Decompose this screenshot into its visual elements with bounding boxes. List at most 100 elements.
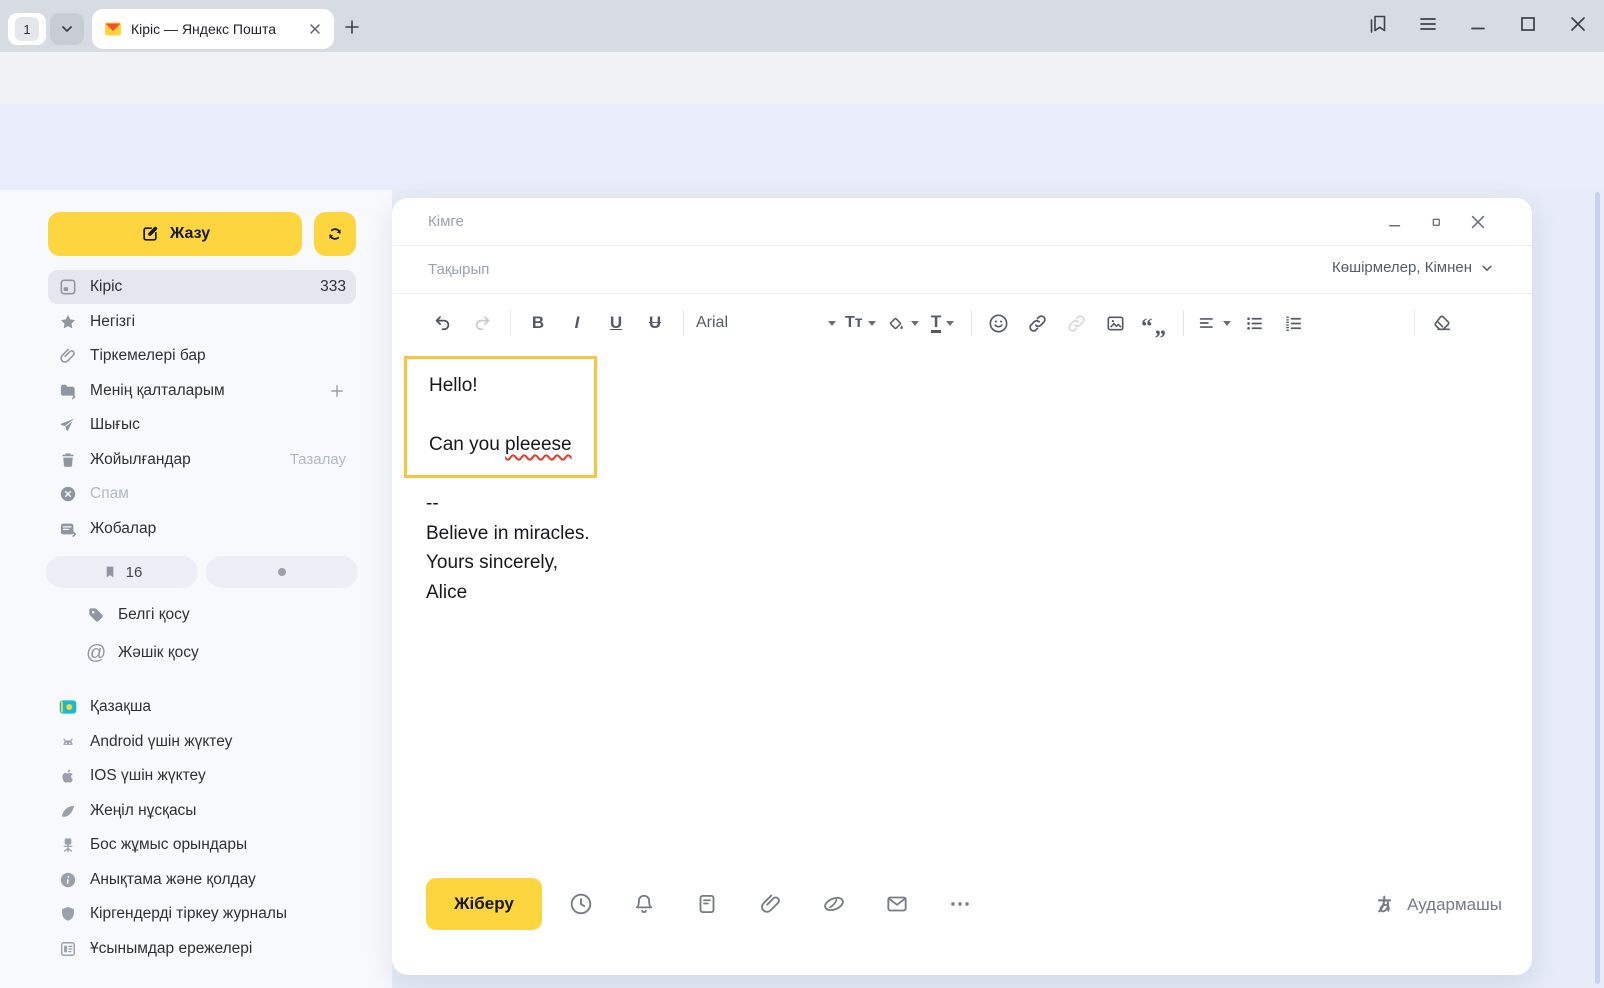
divider [1183,310,1184,336]
signature-block[interactable]: -- Believe in miracles. Yours sincerely,… [426,489,590,607]
action-label: Белгі қосу [118,606,190,624]
sidebar-link-light-version[interactable]: Жеңіл нұсқасы [48,794,368,828]
more-options-button[interactable] [947,891,973,917]
sidebar-link-language[interactable]: Қазақша [48,690,368,724]
compose-button[interactable]: Жазу [48,212,302,256]
strikethrough-button[interactable]: U [640,307,670,339]
sidebar-item-sent[interactable]: Шығыс [48,408,356,442]
sidebar-link-android[interactable]: Android үшін жүктеу [48,725,368,759]
sidebar-item-trash[interactable]: Жойылғандар Тазалау [48,443,356,477]
translator-button[interactable]: Аудармашы [1372,892,1502,917]
quote-button[interactable]: “„ [1140,307,1170,339]
signature-divider: -- [426,489,590,519]
sidebar-link-help[interactable]: Анықтама және қолдау [48,863,368,897]
dot-pill[interactable] [206,556,358,588]
browser-tab[interactable]: Кіріс — Яндекс Пошта [92,9,334,49]
attach-from-disk-button[interactable] [821,891,847,917]
notify-button[interactable] [631,891,657,917]
sidebar-item-primary[interactable]: Негізгі [48,305,356,339]
paperclip-icon [58,346,78,366]
compose-restore-icon[interactable] [1428,214,1444,230]
sidebar-link-login-journal[interactable]: Кіргендерді тіркеу журналы [48,897,368,931]
underline-button[interactable]: U [601,307,631,339]
to-input[interactable] [426,204,1306,238]
side-panel-icon[interactable] [1366,12,1390,36]
sidebar-item-with-attachments[interactable]: Тіркемелері бар [48,339,356,373]
attach-from-mail-button[interactable] [884,891,910,917]
italic-button[interactable]: I [562,307,592,339]
attach-file-button[interactable] [758,891,784,917]
clear-formatting-button[interactable] [1427,307,1457,339]
inbox-icon [58,277,78,297]
sidebar-item-spam[interactable]: Спам [48,477,356,511]
emoji-button[interactable] [984,307,1014,339]
menu-icon[interactable] [1416,12,1440,36]
compose-minimize-icon[interactable] [1386,213,1404,231]
template-button[interactable] [694,891,720,917]
caret-icon [946,321,954,326]
minimize-icon[interactable] [1466,12,1490,36]
clear-trash-link[interactable]: Тазалау [290,451,346,468]
link-label: Бос жұмыс орындары [90,836,247,854]
drafts-icon [58,519,78,539]
schedule-send-button[interactable] [568,891,594,917]
bold-button[interactable]: B [523,307,553,339]
tab-close-icon[interactable] [308,22,322,36]
link-icon [1026,312,1049,335]
add-folder-icon[interactable] [328,382,346,400]
formatting-toolbar: B I U U Arial Tт T “„ [392,294,1532,352]
add-label-action[interactable]: Белгі қосу [76,598,336,632]
font-family-select[interactable]: Arial [696,307,836,339]
numbered-list-button[interactable] [1279,307,1309,339]
new-tab-button[interactable] [344,19,360,35]
bookmarks-pill[interactable]: 16 [46,556,198,588]
bullet-list-button[interactable] [1240,307,1270,339]
undo-button[interactable] [428,307,458,339]
compose-close-icon[interactable] [1468,212,1488,232]
misspelled-word: pleeese [505,434,572,455]
insert-link-button[interactable] [1023,307,1053,339]
fill-color-icon [885,313,906,334]
tab-title: Кіріс — Яндекс Пошта [131,21,299,37]
align-select[interactable] [1196,307,1231,339]
maximize-icon[interactable] [1516,12,1540,36]
compose-window: Көшірмелер, Кімнен B I U U Arial Tт T [392,198,1532,975]
caret-icon [828,321,836,326]
at-icon: @ [86,642,106,665]
highlighted-text-region[interactable]: Hello! Can you pleeese [404,356,597,478]
insert-image-button[interactable] [1101,307,1131,339]
trash-icon [58,450,78,470]
tag-icon [86,605,106,625]
link-label: Android үшін жүктеу [90,733,232,751]
sidebar: Жазу Кіріс 333 Негізгі Тіркемелері ба [0,190,392,988]
kazakh-flag-icon [58,697,78,717]
subject-input[interactable] [426,252,1306,286]
cc-from-toggle[interactable]: Көшірмелер, Кімнен [1332,259,1494,276]
signature-line: Alice [426,578,590,608]
sidebar-link-recommendation-rules[interactable]: Ұсынымдар ережелері [48,932,368,966]
font-family-value: Arial [696,314,804,332]
subject-field-row: Көшірмелер, Кімнен [392,246,1532,293]
browser-tab-strip: 1 Кіріс — Яндекс Пошта [0,0,1604,52]
folder-icon [58,381,78,401]
text-color-select[interactable]: T [928,307,958,339]
sidebar-item-drafts[interactable]: Жобалар [48,512,356,546]
page-scrollbar[interactable] [1595,192,1600,984]
tab-group-button[interactable]: 1 [8,13,46,45]
align-icon [1196,312,1218,334]
refresh-button[interactable] [314,212,356,256]
fill-color-select[interactable] [885,307,919,339]
clock-icon [568,891,594,917]
redo-button[interactable] [467,307,497,339]
sidebar-item-inbox[interactable]: Кіріс 333 [48,270,356,304]
add-mailbox-action[interactable]: @ Жәшік қосу [76,636,336,670]
close-icon[interactable] [1566,12,1590,36]
tab-group-chevron-button[interactable] [50,13,84,45]
sidebar-item-my-folders[interactable]: Менің қалталарым [48,374,356,408]
divider [971,310,972,336]
sidebar-link-vacancies[interactable]: Бос жұмыс орындары [48,828,368,862]
send-button[interactable]: Жіберу [426,878,542,930]
sidebar-link-ios[interactable]: IOS үшін жүктеу [48,759,368,793]
remove-link-button[interactable] [1062,307,1092,339]
font-size-select[interactable]: Tт [845,307,876,339]
